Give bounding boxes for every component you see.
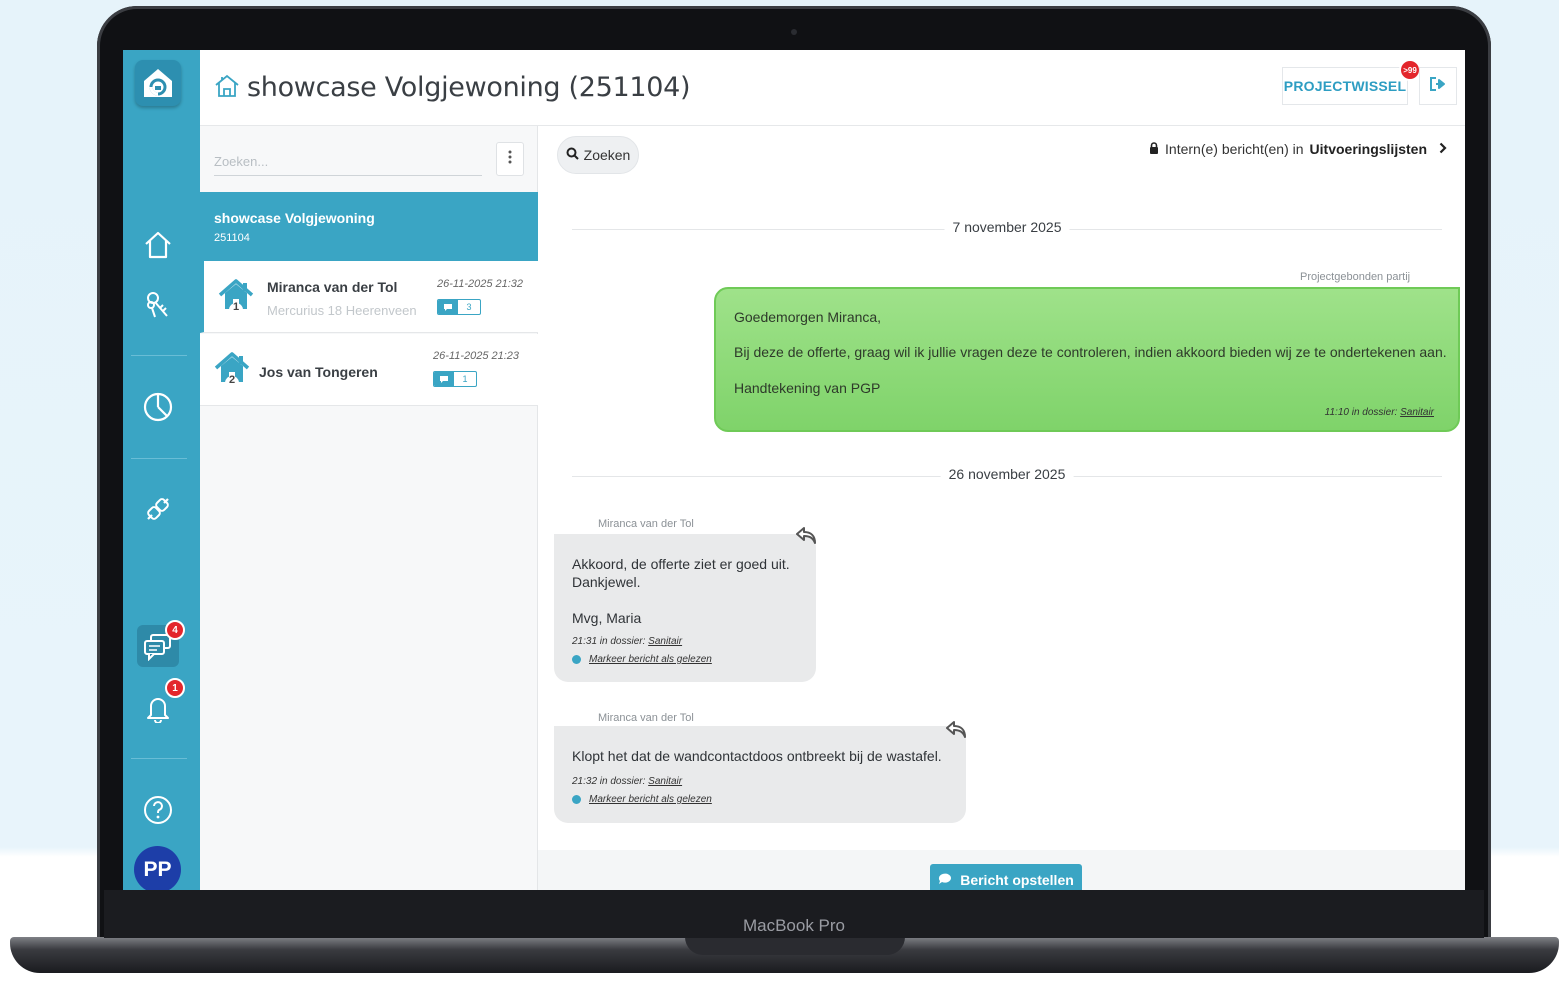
dossier-link[interactable]: Sanitair (1400, 407, 1434, 418)
thread-item[interactable]: 1 Miranca van der Tol Mercurius 18 Heere… (200, 261, 538, 333)
message-time: 11:10 in dossier: (1324, 407, 1398, 418)
message-meta: 21:31 in dossier: Sanitair (572, 636, 682, 647)
home-icon[interactable] (137, 224, 179, 266)
house-number: 2 (228, 374, 236, 386)
internal-messages-link[interactable]: Intern(e) bericht(en) in Uitvoeringslijs… (1149, 141, 1447, 157)
thread-date: 26-11-2025 21:23 (433, 350, 520, 362)
date-separator-label: 7 november 2025 (944, 219, 1070, 235)
thread-address: Mercurius 18 Heerenveen (267, 303, 417, 318)
conversation-search-button[interactable]: Zoeken (557, 136, 639, 174)
project-item[interactable]: showcase Volgjewoning 251104 (200, 192, 538, 261)
thread-list: showcase Volgjewoning 251104 1 Miranca v… (200, 126, 538, 891)
thread-name: Miranca van der Tol (267, 279, 398, 295)
compose-message-label: Bericht opstellen (960, 872, 1074, 888)
messages-badge: 4 (165, 620, 185, 640)
message-line: Bij deze de offerte, graag wil ik jullie… (734, 344, 1447, 360)
mark-read-label: Markeer bericht als gelezen (589, 654, 712, 665)
incoming-message: Klopt het dat de wandcontactdoos ontbree… (554, 726, 966, 823)
thread-search-input[interactable] (214, 148, 482, 176)
laptop-notch (685, 937, 905, 955)
thread-item[interactable]: 2 Jos van Tongeren 26-11-2025 21:23 1 (200, 334, 538, 406)
internal-target: Uitvoeringslijsten (1309, 141, 1427, 157)
chat-bubble-icon (938, 872, 952, 888)
thread-name: Jos van Tongeren (259, 364, 378, 380)
chat-icon (434, 372, 454, 386)
dossier-link[interactable]: Sanitair (648, 636, 682, 647)
message-count-value: 3 (466, 302, 472, 312)
project-number: 251104 (214, 232, 250, 244)
app-logo-icon[interactable] (135, 60, 181, 106)
message-meta: 11:10 in dossier: Sanitair (1325, 407, 1434, 418)
kebab-menu-icon (508, 150, 512, 169)
mark-read-label: Markeer bericht als gelezen (589, 794, 712, 805)
unread-dot-icon (572, 655, 581, 664)
dossier-link[interactable]: Sanitair (648, 776, 682, 787)
message-line: Dankjewel. (572, 574, 641, 590)
mark-read-link[interactable]: Markeer bericht als gelezen (572, 654, 712, 665)
incoming-message: Akkoord, de offerte ziet er goed uit. Da… (554, 534, 816, 682)
message-count: 3 (437, 299, 481, 315)
message-sender: Projectgebonden partij (1300, 271, 1411, 283)
message-line: Akkoord, de offerte ziet er goed uit. (572, 556, 790, 572)
laptop-chin: MacBook Pro (104, 890, 1484, 938)
building-icon (214, 74, 240, 103)
date-separator: 26 november 2025 (572, 466, 1442, 486)
device-label: MacBook Pro (742, 916, 846, 935)
message-sender: Miranca van der Tol (598, 712, 694, 724)
message-time: 21:32 in dossier: (572, 776, 646, 787)
help-icon[interactable] (137, 789, 179, 831)
webcam (791, 29, 797, 35)
message-meta: 21:32 in dossier: Sanitair (572, 776, 682, 787)
sidebar-divider (131, 355, 187, 356)
house-icon (214, 350, 250, 395)
sidebar-divider (131, 758, 187, 759)
message-sender: Miranca van der Tol (598, 518, 694, 530)
thread-options-button[interactable] (496, 142, 524, 176)
notifications-badge: 1 (165, 678, 185, 698)
house-icon (218, 277, 254, 322)
compose-message-button[interactable]: Bericht opstellen (930, 864, 1082, 891)
logout-icon (1429, 76, 1447, 97)
message-count: 1 (433, 371, 477, 387)
reply-icon[interactable] (795, 526, 817, 549)
keys-icon[interactable] (137, 284, 179, 326)
chevron-right-icon (1439, 141, 1447, 157)
date-separator-label: 26 november 2025 (940, 466, 1074, 482)
lock-icon (1149, 141, 1159, 157)
message-line: Klopt het dat de wandcontactdoos ontbree… (572, 748, 942, 764)
search-icon (566, 147, 579, 163)
message-line: Mvg, Maria (572, 610, 642, 626)
user-avatar[interactable]: PP (134, 846, 181, 891)
projectwissel-button[interactable]: PROJECTWISSEL (1282, 67, 1408, 105)
app-screen: 4 1 PP showcase Volgjewoning (251104) PR… (123, 50, 1465, 891)
date-separator: 7 november 2025 (572, 219, 1442, 239)
page-title: showcase Volgjewoning (251104) (247, 72, 691, 103)
logout-button[interactable] (1419, 67, 1457, 105)
message-time: 21:31 in dossier: (572, 636, 646, 647)
message-count-value: 1 (462, 374, 468, 384)
sidebar: 4 1 PP (123, 50, 200, 891)
message-line: Handtekening van PGP (734, 380, 881, 396)
house-number: 1 (232, 301, 240, 313)
projectwissel-badge: >99 (1399, 59, 1421, 81)
chat-icon (438, 300, 458, 314)
reply-icon[interactable] (945, 720, 967, 743)
project-name: showcase Volgjewoning (214, 210, 375, 226)
plug-icon[interactable] (137, 488, 179, 530)
thread-date: 26-11-2025 21:32 (437, 278, 524, 290)
conversation-panel: Zoeken Intern(e) bericht(en) in Uitvoeri… (538, 126, 1465, 891)
page-header: showcase Volgjewoning (251104) PROJECTWI… (200, 50, 1465, 126)
unread-dot-icon (572, 795, 581, 804)
conversation-search-label: Zoeken (583, 147, 631, 163)
message-line: Goedemorgen Miranca, (734, 309, 882, 325)
outgoing-message: Goedemorgen Miranca, Bij deze de offerte… (714, 287, 1460, 432)
mark-read-link[interactable]: Markeer bericht als gelezen (572, 794, 712, 805)
sidebar-divider (131, 458, 187, 459)
internal-prefix: Intern(e) bericht(en) in (1165, 141, 1304, 157)
pie-chart-icon[interactable] (137, 386, 179, 428)
